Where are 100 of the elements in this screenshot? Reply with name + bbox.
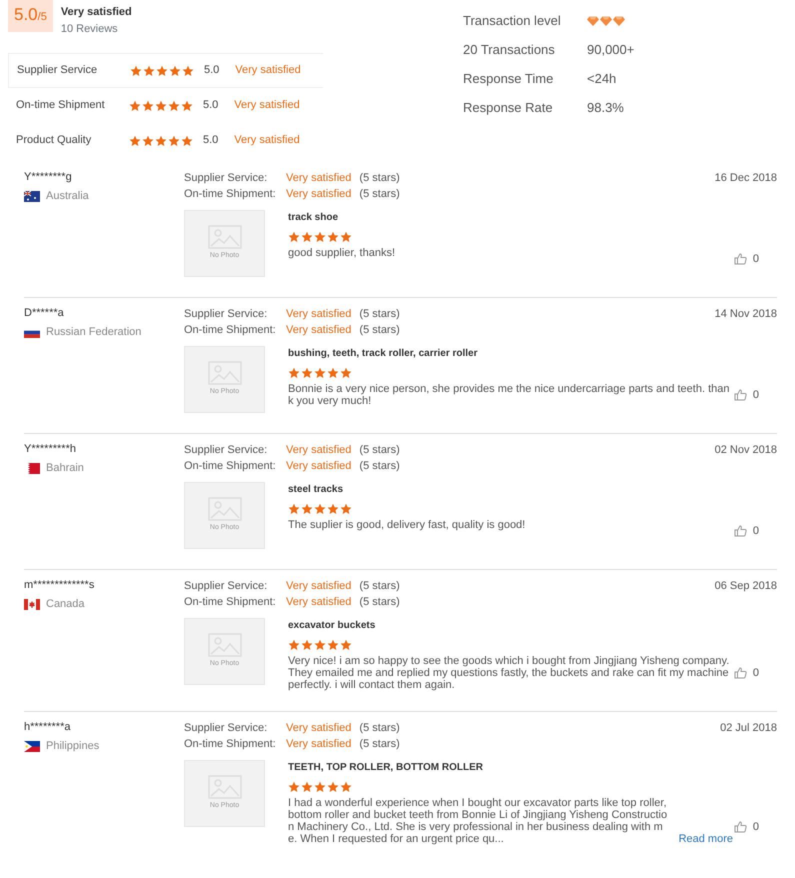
star-icon	[288, 781, 300, 793]
score-label: On-time Shipment:	[184, 323, 277, 338]
review-text: good supplier, thanks!	[288, 247, 396, 259]
like-count: 0	[752, 252, 759, 266]
score-label: On-time Shipment:	[184, 459, 277, 474]
reviewer-name: Y********g	[24, 170, 73, 184]
product-name: steel tracks	[288, 483, 344, 497]
star-icon	[340, 503, 352, 515]
thumbs-up-icon[interactable]	[734, 820, 747, 833]
score-verdict: Very satisfied	[286, 188, 352, 200]
star-icon	[288, 231, 300, 243]
star-icon	[314, 503, 326, 515]
stat-label: 20 Transactions	[463, 40, 556, 59]
rating-row[interactable]: On-time Shipment 5.0 Very satisfied	[8, 88, 323, 123]
diamond-icon	[587, 14, 599, 26]
score-label: Supplier Service:	[184, 721, 268, 736]
score-verdict: Very satisfied	[286, 738, 352, 750]
star-icon	[168, 100, 180, 112]
score-stars-text: (5 stars)	[359, 308, 400, 320]
star-icon	[142, 134, 154, 146]
rating-label: Product Quality	[16, 133, 92, 148]
like-count: 0	[752, 820, 759, 834]
star-icon	[340, 367, 352, 379]
review-text: I had a wonderful experience when I bought our excavator parts like top roller, bottom roller and bucket teeth from Bonnie Li of Jingjiang Yisheng Construction Machinery Co., Ltd. She is very professional in her business dealing with me. When I requested for an urgent price qu...	[288, 797, 668, 845]
product-name: bushing, teeth, track roller, carrier roller	[288, 347, 479, 361]
star-icon	[314, 367, 326, 379]
flag-icon	[24, 190, 40, 202]
score-stars-text: (5 stars)	[359, 722, 400, 734]
thumbs-up-icon[interactable]	[734, 252, 747, 265]
star-icon	[156, 64, 168, 76]
review-date: 02 Nov 2018	[714, 443, 777, 458]
rating-verdict: Very satisfied	[234, 133, 300, 148]
star-icon	[143, 64, 155, 76]
thumbs-up-icon[interactable]	[734, 388, 747, 401]
rating-value: 5.0	[204, 63, 220, 78]
country-name: Bahrain	[46, 461, 84, 476]
score-label: Supplier Service:	[184, 307, 268, 322]
reviewer-name: m*************s	[24, 578, 96, 592]
star-icon	[181, 100, 193, 112]
score-label: Supplier Service:	[184, 171, 268, 186]
score-verdict: Very satisfied	[286, 580, 352, 592]
star-icon	[288, 367, 300, 379]
stat-label: Response Rate	[463, 98, 554, 117]
score-stars-text: (5 stars)	[359, 444, 400, 456]
star-icon	[340, 231, 352, 243]
review-date: 14 Nov 2018	[714, 307, 777, 322]
star-icon	[327, 231, 339, 243]
star-icon	[314, 231, 326, 243]
star-icon	[340, 781, 352, 793]
thumbs-up-icon[interactable]	[734, 524, 747, 537]
score-stars-text: (5 stars)	[359, 738, 400, 750]
review-count: 10 Reviews	[60, 22, 119, 36]
star-icon	[301, 367, 313, 379]
score-verdict: Very satisfied	[286, 324, 352, 336]
rating-verdict: Very satisfied	[234, 98, 300, 114]
star-icon	[327, 503, 339, 515]
product-name: track shoe	[288, 211, 340, 225]
product-name: TEETH, TOP ROLLER, BOTTOM ROLLER	[288, 761, 484, 775]
star-icon	[327, 367, 339, 379]
star-icon	[142, 100, 154, 112]
country-name: Australia	[46, 189, 89, 204]
star-icon	[288, 639, 300, 651]
star-icon	[288, 503, 300, 515]
country-name: Canada	[46, 597, 85, 612]
diamond-icon	[613, 14, 625, 26]
score-verdict: Very satisfied	[286, 460, 352, 472]
reviewer-name: D******a	[24, 306, 65, 320]
reviewer-name: h********a	[24, 720, 72, 734]
thumbs-up-icon[interactable]	[734, 666, 747, 679]
country-name: Philippines	[46, 739, 100, 754]
rating-value: 5.0	[203, 98, 218, 114]
overall-verdict: Very satisfied	[60, 5, 132, 20]
star-icon	[182, 64, 194, 76]
rating-row[interactable]: Product Quality 5.0 Very satisfied	[8, 123, 323, 158]
star-icon	[327, 781, 339, 793]
product-name: excavator buckets	[288, 619, 376, 633]
score-stars-text: (5 stars)	[359, 460, 400, 472]
star-icon	[169, 64, 181, 76]
review-text: The suplier is good, delivery fast, quality is good!	[288, 519, 526, 531]
flag-icon	[24, 740, 40, 752]
review-text: Bonnie is a very nice person, she provides me the nice undercarriage parts and teeth. thank you very much!	[288, 383, 730, 407]
score-box: 5.0/5	[8, 0, 53, 32]
score-label: On-time Shipment:	[184, 595, 277, 610]
rating-row[interactable]: Supplier Service 5.0 Very satisfied	[8, 53, 323, 88]
score-stars-text: (5 stars)	[359, 188, 400, 200]
review-date: 02 Jul 2018	[720, 721, 777, 736]
like-count: 0	[752, 666, 759, 680]
rating-verdict: Very satisfied	[235, 63, 301, 78]
rating-value: 5.0	[203, 133, 218, 148]
star-icon	[181, 134, 193, 146]
stat-value: 98.3%	[587, 98, 624, 117]
score-verdict: Very satisfied	[286, 722, 352, 734]
like-count: 0	[752, 524, 759, 538]
star-icon	[130, 64, 142, 76]
flag-icon	[24, 598, 40, 610]
stat-label: Transaction level	[463, 12, 562, 30]
score-verdict: Very satisfied	[286, 444, 352, 456]
star-icon	[301, 781, 313, 793]
star-icon	[327, 639, 339, 651]
read-more-link[interactable]: Read more	[678, 833, 733, 845]
